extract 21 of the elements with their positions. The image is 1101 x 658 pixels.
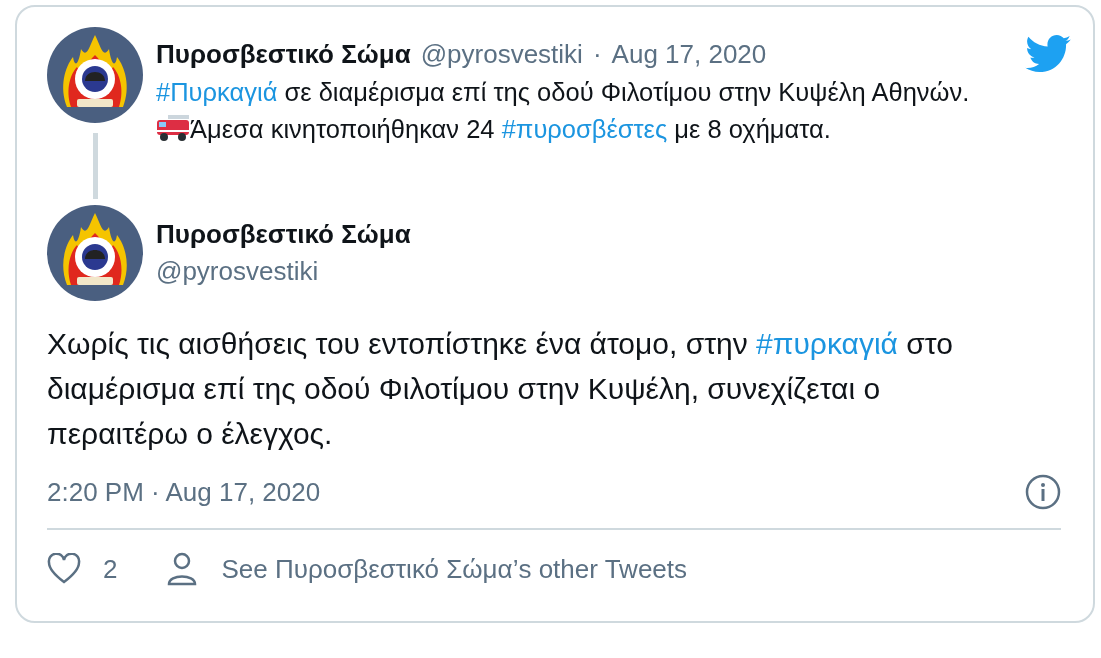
like-count: 2 [103,553,118,585]
emblem-icon [47,27,143,123]
bird-icon[interactable] [1025,35,1071,73]
tweet-date[interactable]: Aug 17, 2020 [611,39,767,70]
author-handle[interactable]: @pyrosvestiki [420,39,583,70]
info-icon[interactable] [1025,474,1061,510]
heart-icon[interactable] [47,553,81,585]
author-handle[interactable]: @pyrosvestiki [156,256,319,287]
author-name[interactable]: Πυροσβεστικό Σώμα [156,39,411,70]
hashtag-link[interactable]: #πυρκαγιά [756,327,898,360]
separator-dot: · [592,39,602,70]
author-name[interactable]: Πυροσβεστικό Σώμα [156,219,411,250]
tweet-text: Χωρίς τις αισθήσεις του εντοπίστηκε ένα άτομο, στην #πυρκαγιά στο διαμέρισμα επί της οδού Φιλοτίμου στην Κυψέλη, συνεχίζεται ο περαιτέρω ο έλεγχος. [47,326,954,452]
tweet-text: #Πυρκαγιά σε διαμέρισμα επί της οδού Φιλοτίμου στην Κυψέλη Αθηνών. Άμεσα κινητοποιήθηκαν 24 #πυροσβέστες με 8 οχήματα. [156,77,971,145]
fire-truck-icon [156,114,190,142]
hashtag-link[interactable]: #πυροσβέστες [501,115,668,143]
hashtag-link[interactable]: #Πυρκαγιά [156,78,278,106]
person-icon[interactable] [167,552,198,586]
tweet-timestamp[interactable]: 2:20 PM · Aug 17, 2020 [47,476,321,508]
other-tweets-link[interactable]: See Πυροσβεστικό Σώμα’s other Tweets [221,553,688,585]
emblem-icon [47,205,143,301]
